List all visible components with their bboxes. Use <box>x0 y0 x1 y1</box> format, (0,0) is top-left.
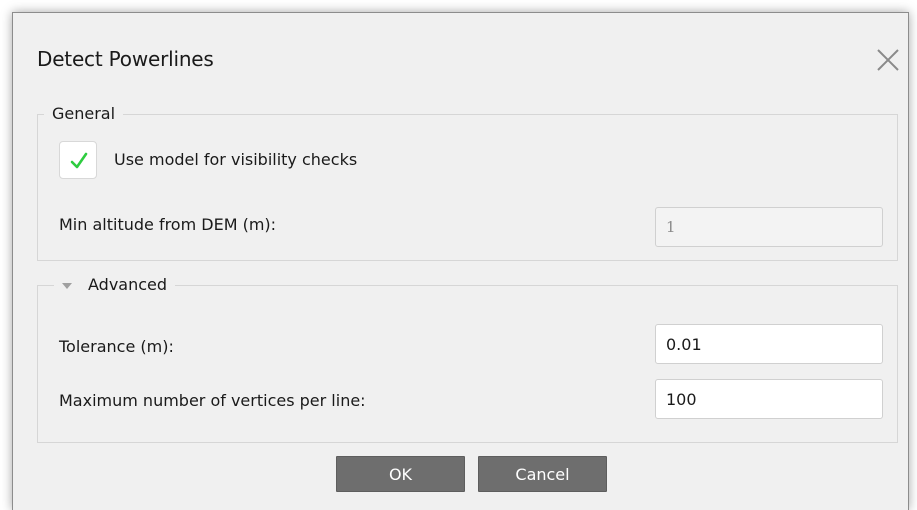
advanced-group-label[interactable]: Advanced <box>88 274 167 296</box>
collapse-triangle-icon[interactable] <box>62 282 72 289</box>
tolerance-label: Tolerance (m): <box>59 337 174 356</box>
close-icon <box>877 49 899 71</box>
advanced-group-title[interactable]: Advanced <box>54 274 176 296</box>
dialog-title: Detect Powerlines <box>37 47 214 71</box>
min-altitude-input[interactable] <box>655 207 883 247</box>
min-altitude-label: Min altitude from DEM (m): <box>59 215 277 234</box>
max-vertices-input[interactable] <box>655 379 883 419</box>
general-group: General Use model for visibility checks … <box>37 103 898 261</box>
checkmark-icon <box>70 152 88 169</box>
detect-powerlines-dialog: Detect Powerlines General Use model for … <box>12 12 909 510</box>
general-group-title: General <box>44 103 124 125</box>
general-group-label: General <box>52 104 116 123</box>
advanced-group: Advanced Tolerance (m): Maximum number o… <box>37 274 898 443</box>
max-vertices-label: Maximum number of vertices per line: <box>59 391 366 410</box>
ok-button[interactable]: OK <box>336 456 465 492</box>
cancel-button[interactable]: Cancel <box>478 456 607 492</box>
use-model-label[interactable]: Use model for visibility checks <box>114 150 357 169</box>
tolerance-input[interactable] <box>655 324 883 364</box>
use-model-checkbox[interactable] <box>59 141 97 179</box>
close-button[interactable] <box>873 45 903 75</box>
